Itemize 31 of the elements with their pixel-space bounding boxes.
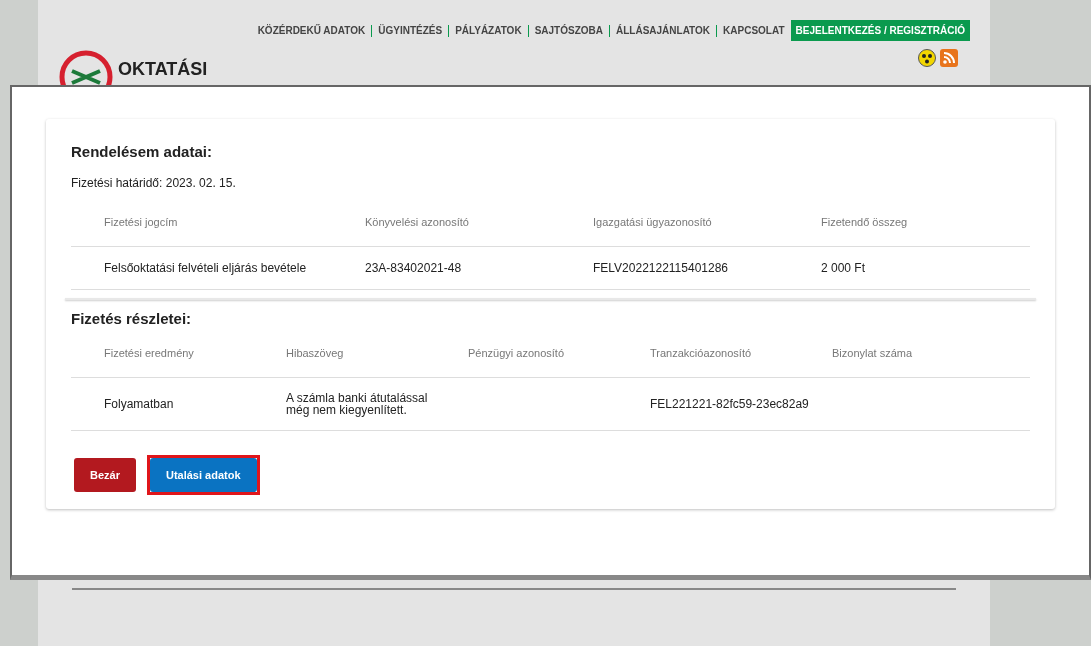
column-header: Pénzügyi azonosító (435, 335, 617, 378)
logo-text: OKTATÁSI (118, 59, 208, 79)
button[interactable]: Utalási adatok (149, 458, 257, 492)
table-cell-text: A számla banki átutalással még nem kiegyenlített. (286, 392, 429, 416)
nav-link[interactable]: PÁLYÁZATOK (455, 20, 522, 41)
column-header: Tranzakcióazonosító (617, 335, 799, 378)
column-header: Fizetési jogcím (71, 204, 332, 247)
table-cell-text: FELV2022122115401286 (592, 260, 729, 277)
nav-link[interactable]: BEJELENTKEZÉS / REGISZTRÁCIÓ (790, 20, 970, 41)
column-header: Hibaszöveg (253, 335, 435, 378)
section-title: Fizetés részletei: (71, 310, 193, 327)
accessibility-icon[interactable] (918, 49, 936, 67)
table-cell-text: Felsőoktatási felvételi eljárás bevétele (103, 260, 308, 277)
nav-link[interactable]: ÜGYINTÉZÉS (378, 20, 443, 41)
column-header: Fizetési eredmény (71, 335, 253, 378)
table-cell-text: 23A-83402021-48 (364, 260, 463, 277)
button[interactable]: Bezár (74, 458, 136, 492)
column-header: Könyvelési azonosító (332, 204, 560, 247)
nav-link[interactable]: ÁLLÁSAJÁNLATOK (615, 20, 711, 41)
nav-link[interactable]: SAJTÓSZOBA (534, 20, 603, 41)
table-cell: Folyamatban (104, 398, 174, 410)
logo-icon (58, 49, 114, 85)
table-cell: FEL221221-82fc59-23ec82a9 (650, 398, 809, 410)
deadline-text: Fizetési határidő: 2023. 02. 15. (71, 176, 237, 190)
nav-link[interactable]: KÖZÉRDEKŰ ADATOK (257, 20, 366, 41)
column-header: Igazgatási ügyazonosító (560, 204, 788, 247)
column-header: Fizetendő összeg (788, 204, 1030, 247)
column-header: Bizonylat száma (799, 335, 1030, 378)
nav-link[interactable]: KAPCSOLAT (723, 20, 785, 41)
section-title: Rendelésem adatai: (71, 143, 213, 160)
table-cell-text: 2 000 Ft (820, 260, 867, 277)
